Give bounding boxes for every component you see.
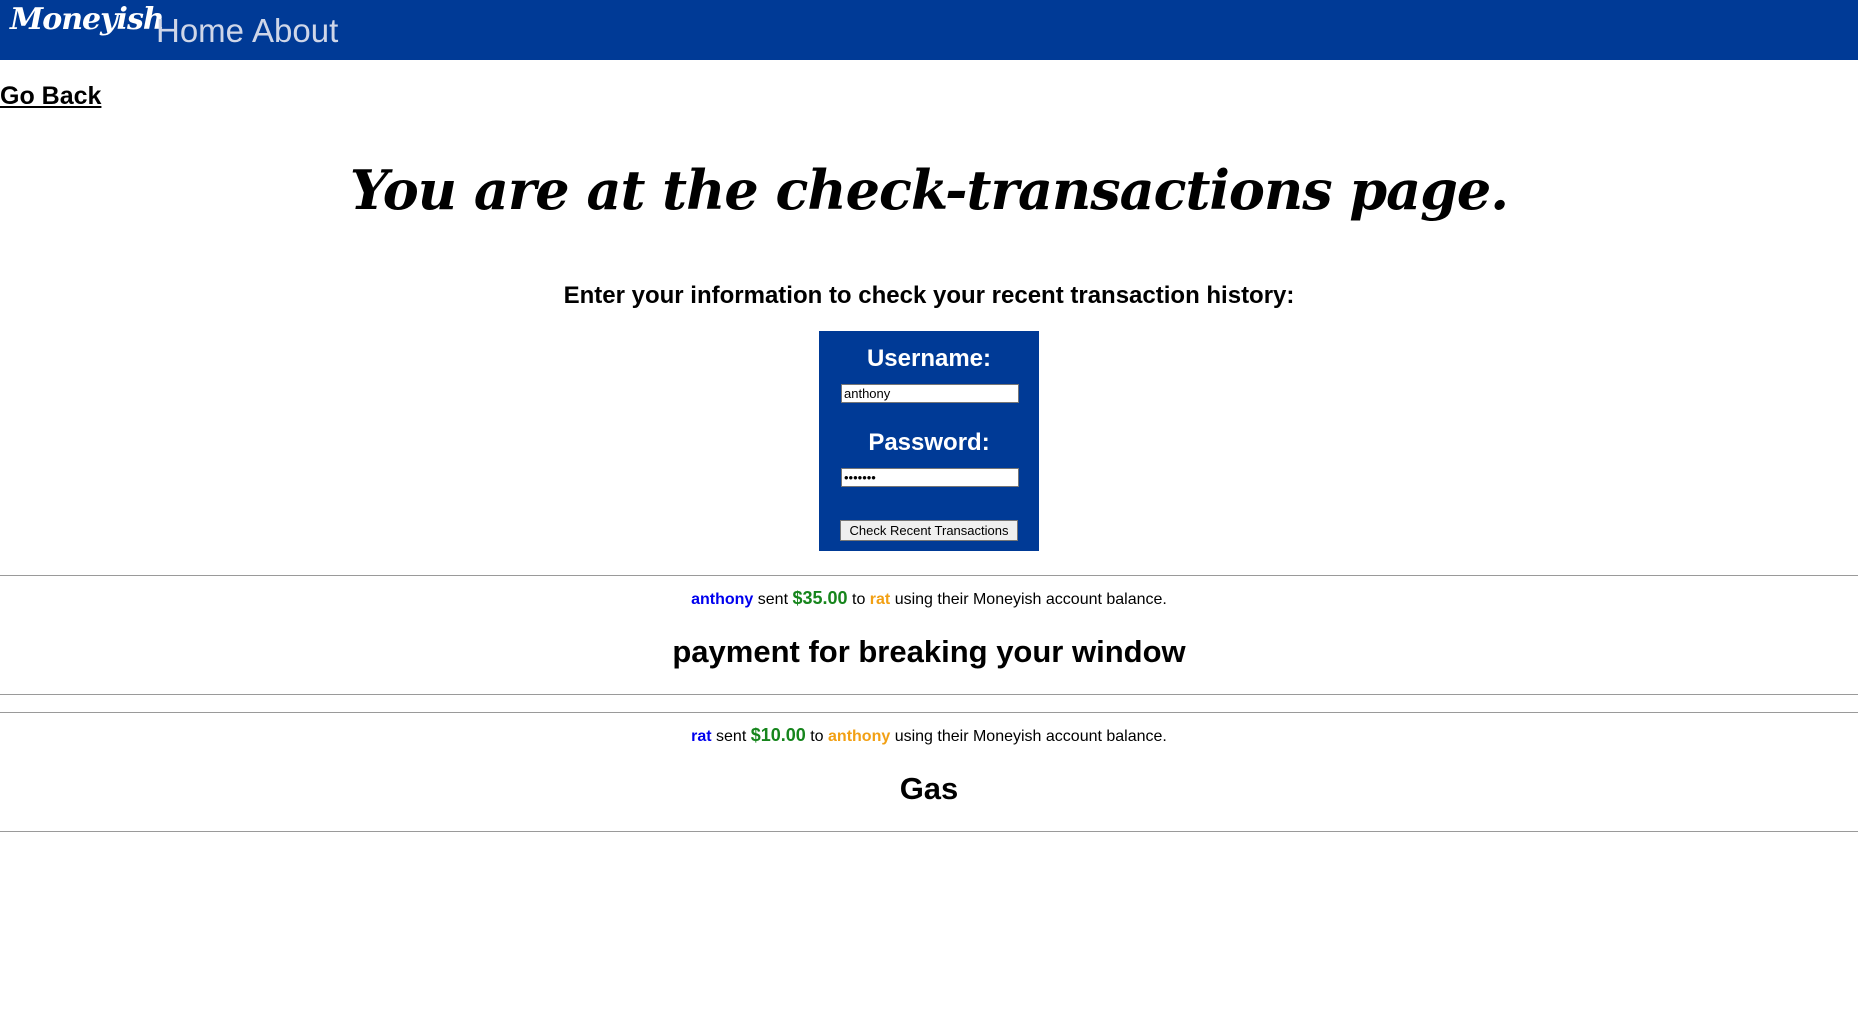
transaction-summary: anthony sent $35.00 to rat using their M… xyxy=(0,588,1858,609)
transaction-recipient: anthony xyxy=(828,728,891,745)
to-word: to xyxy=(810,728,824,745)
transaction-summary: rat sent $10.00 to anthony using their M… xyxy=(0,725,1858,746)
transaction-sender: anthony xyxy=(691,591,754,608)
transaction-memo: Gas xyxy=(899,771,959,806)
to-word: to xyxy=(852,591,866,608)
nav-home-link[interactable]: Home xyxy=(156,12,244,50)
transaction-item: anthony sent $35.00 to rat using their M… xyxy=(0,575,1858,695)
sent-word: sent xyxy=(757,591,789,608)
password-label: Password: xyxy=(868,429,990,456)
transaction-method: using their Moneyish account balance. xyxy=(894,591,1167,608)
transaction-sender: rat xyxy=(691,728,712,745)
transaction-memo: payment for breaking your window xyxy=(672,634,1186,669)
transaction-item: rat sent $10.00 to anthony using their M… xyxy=(0,712,1858,832)
password-input[interactable] xyxy=(841,468,1019,487)
transaction-method: using their Moneyish account balance. xyxy=(894,728,1167,745)
sent-word: sent xyxy=(716,728,747,745)
login-form: Username: Password: Check Recent Transac… xyxy=(819,331,1039,551)
page-title: You are at the check-transactions page. xyxy=(349,158,1509,222)
transaction-amount: $35.00 xyxy=(792,588,848,608)
brand-logo[interactable]: Moneyish xyxy=(10,2,165,37)
check-transactions-button[interactable]: Check Recent Transactions xyxy=(840,520,1018,541)
username-input[interactable] xyxy=(841,384,1019,403)
instructions-text: Enter your information to check your rec… xyxy=(563,282,1295,309)
top-navbar: Moneyish Home About xyxy=(0,0,1858,60)
transaction-recipient: rat xyxy=(869,591,891,608)
go-back-link[interactable]: Go Back xyxy=(0,82,101,111)
nav-about-link[interactable]: About xyxy=(252,12,338,50)
username-label: Username: xyxy=(866,345,992,372)
transaction-amount: $10.00 xyxy=(750,725,806,745)
